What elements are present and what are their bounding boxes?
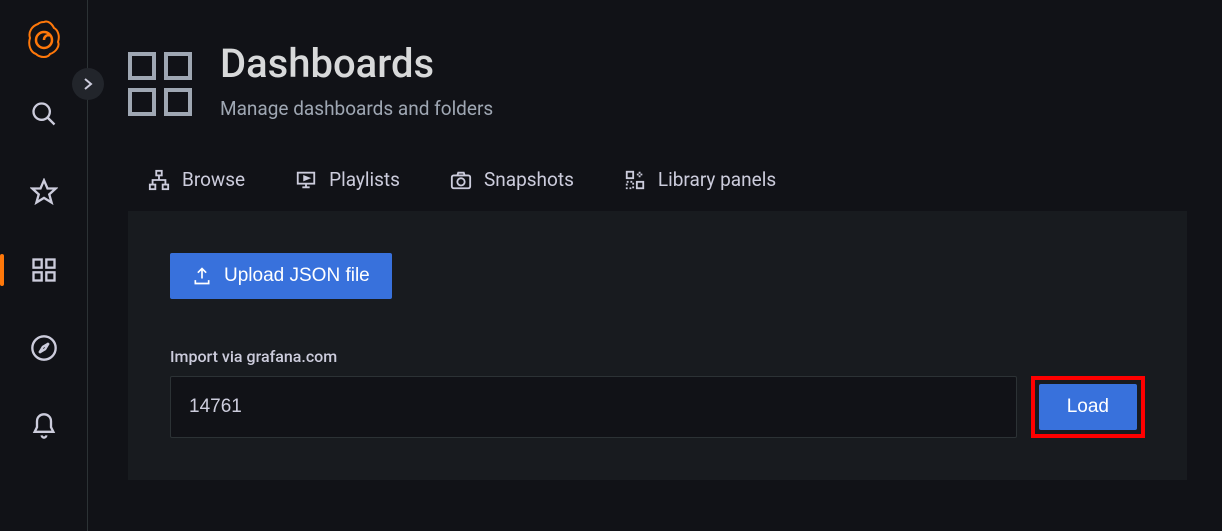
upload-button-label: Upload JSON file (224, 265, 370, 287)
nav-explore[interactable] (20, 324, 68, 372)
nav-alerting[interactable] (20, 402, 68, 450)
nav-search[interactable] (20, 90, 68, 138)
sidebar-expand-button[interactable] (72, 68, 104, 100)
upload-icon (192, 266, 212, 286)
library-panel-icon (624, 169, 646, 191)
tab-playlists[interactable]: Playlists (295, 160, 400, 199)
star-icon (30, 178, 58, 206)
tabs: Browse Playlists Snapshots Library panel… (128, 160, 1187, 199)
nav-dashboards[interactable] (20, 246, 68, 294)
sidebar (0, 0, 88, 531)
presentation-icon (295, 169, 317, 191)
dashboards-header-icon (128, 40, 192, 116)
compass-icon (30, 334, 58, 362)
page-title: Dashboards (220, 40, 493, 87)
tab-label: Playlists (329, 168, 400, 191)
bell-icon (30, 412, 58, 440)
grafana-logo[interactable] (24, 20, 64, 60)
tab-label: Snapshots (484, 168, 574, 191)
camera-icon (450, 169, 472, 191)
main-content: Dashboards Manage dashboards and folders… (88, 0, 1222, 531)
nav-starred[interactable] (20, 168, 68, 216)
upload-json-button[interactable]: Upload JSON file (170, 253, 392, 299)
import-label: Import via grafana.com (170, 347, 1145, 366)
load-button[interactable]: Load (1039, 384, 1137, 430)
tab-snapshots[interactable]: Snapshots (450, 160, 574, 199)
tab-label: Library panels (658, 168, 776, 191)
highlight-annotation: Load (1031, 376, 1145, 438)
search-icon (30, 100, 58, 128)
import-panel: Upload JSON file Import via grafana.com … (128, 211, 1187, 480)
tab-library-panels[interactable]: Library panels (624, 160, 776, 199)
sitemap-icon (148, 169, 170, 191)
page-header: Dashboards Manage dashboards and folders (128, 40, 1187, 120)
import-id-input[interactable] (170, 376, 1017, 438)
dashboards-icon (30, 256, 58, 284)
tab-browse[interactable]: Browse (148, 160, 245, 199)
tab-label: Browse (182, 168, 245, 191)
page-subtitle: Manage dashboards and folders (220, 97, 493, 120)
